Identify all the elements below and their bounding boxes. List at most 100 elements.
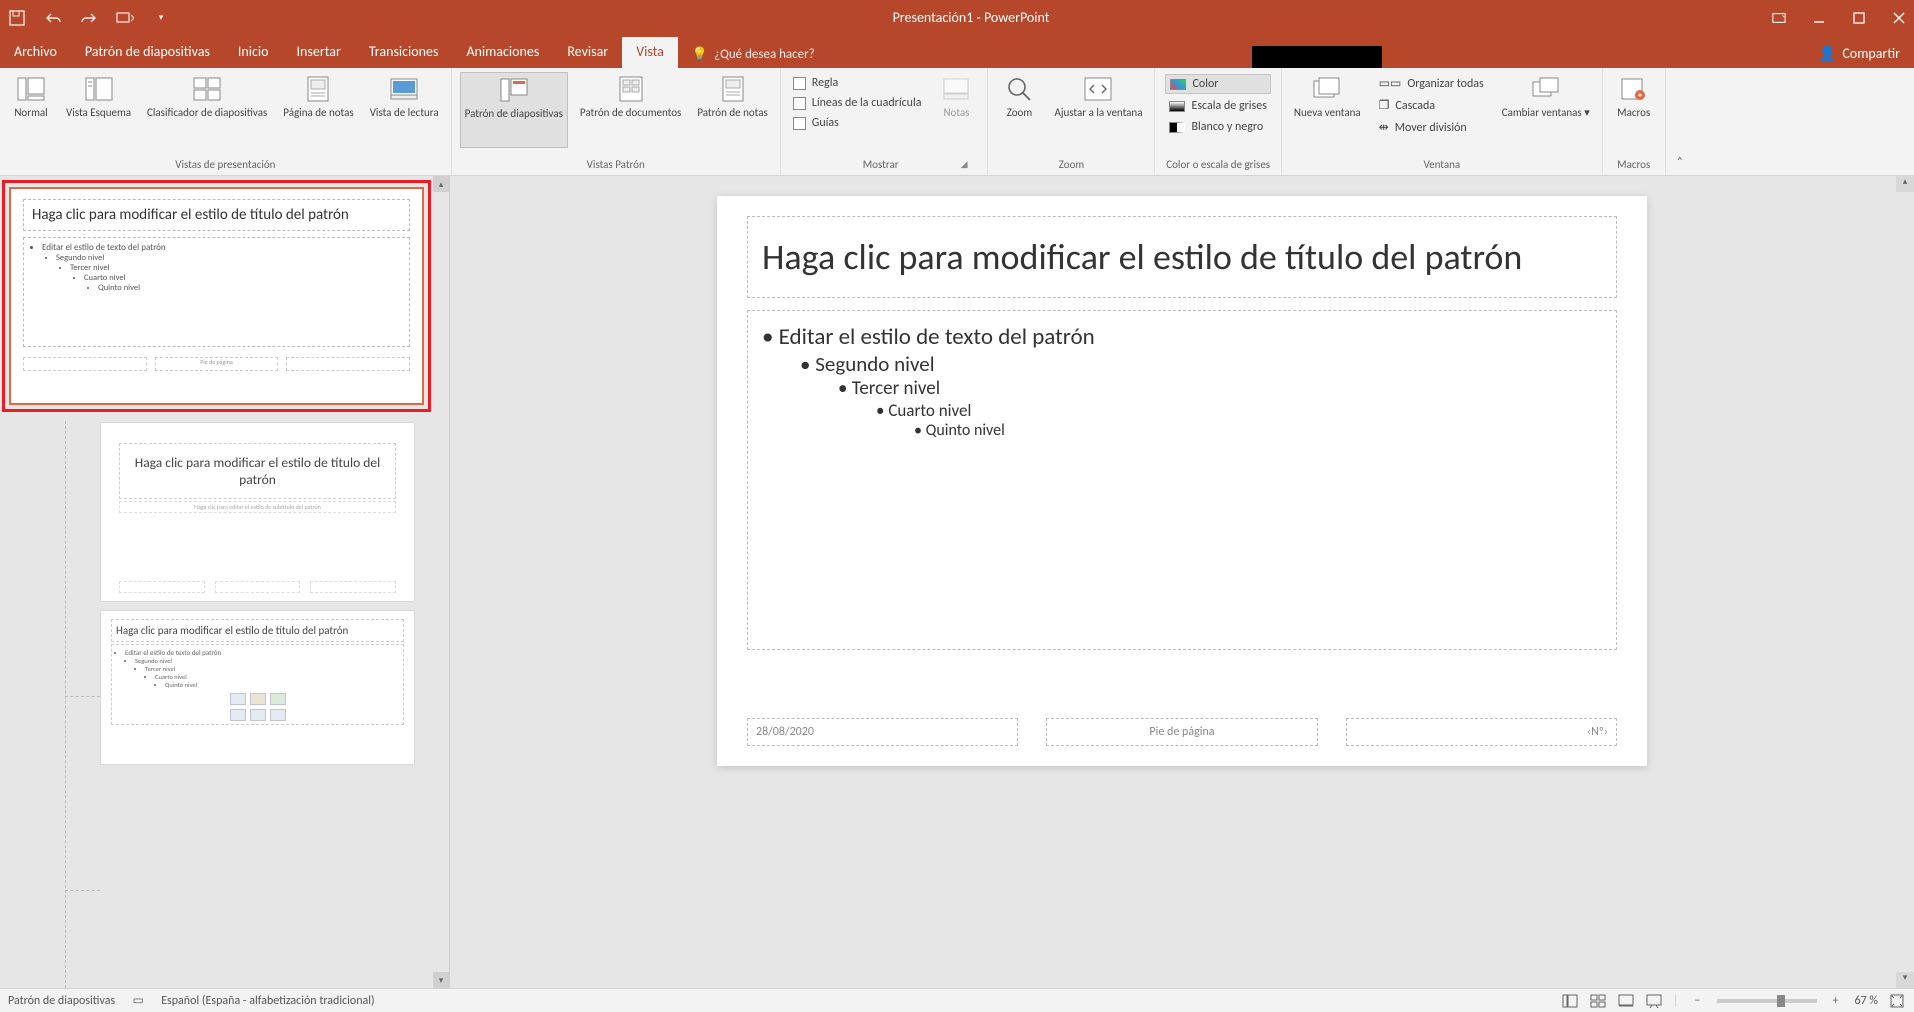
footer-placeholder[interactable]: Pie de página — [1046, 718, 1317, 746]
grayscale-button[interactable]: Escala de grises — [1165, 97, 1270, 115]
statusbar: Patrón de diapositivas ▭ Español (España… — [0, 988, 1914, 1012]
ruler-label: Regla — [812, 76, 838, 90]
arrange-all-button[interactable]: ▭▭Organizar todas — [1375, 74, 1488, 93]
fit-to-window-icon[interactable] — [1888, 993, 1906, 1009]
thumb-layout1-subtitle: Haga clic para editar el estilo de subtí… — [119, 501, 396, 513]
notes-master-button[interactable]: Patrón de notas — [693, 72, 771, 148]
zoom-label: Zoom — [1007, 106, 1032, 119]
ribbon-display-options-icon[interactable] — [1772, 11, 1786, 25]
zoom-slider[interactable] — [1717, 999, 1817, 1003]
reading-view-button[interactable]: Vista de lectura — [366, 72, 443, 148]
slide-sorter-view-icon[interactable] — [1589, 993, 1607, 1009]
zoom-in-button[interactable]: + — [1827, 993, 1845, 1009]
share-icon: 👤 — [1819, 45, 1836, 62]
new-window-button[interactable]: Nueva ventana — [1290, 72, 1365, 148]
slideshow-view-icon[interactable] — [1645, 993, 1663, 1009]
scroll-up-icon[interactable]: ▴ — [1896, 176, 1914, 192]
group-label-mostrar: Mostrar — [863, 158, 899, 171]
thumb-master-body: Editar el estilo de texto del patrón Seg… — [23, 237, 410, 347]
window-title: Presentación1 - PowerPoint — [170, 9, 1772, 26]
tab-transiciones[interactable]: Transiciones — [355, 37, 453, 68]
redo-icon[interactable] — [80, 9, 98, 27]
body-level-2: Segundo nivel — [800, 351, 1602, 377]
thumb-layout2-title: Haga clic para modificar el estilo de tí… — [111, 619, 404, 642]
slide-canvas[interactable]: Haga clic para modificar el estilo de tí… — [717, 196, 1647, 766]
tab-animaciones[interactable]: Animaciones — [452, 37, 553, 68]
placeholder-content-icons — [115, 709, 400, 721]
layout-thumbnail-2[interactable]: Haga clic para modificar el estilo de tí… — [100, 610, 415, 765]
ribbon: Normal Vista Esquema Clasificador de dia… — [0, 68, 1914, 176]
minimize-icon[interactable] — [1812, 11, 1826, 25]
normal-view-button[interactable]: Normal — [8, 72, 54, 148]
group-ventana: Nueva ventana ▭▭Organizar todas ❐Cascada… — [1282, 68, 1603, 175]
close-icon[interactable] — [1892, 11, 1906, 25]
tree-connector — [65, 890, 100, 891]
move-split-button[interactable]: ⇹Mover división — [1375, 118, 1488, 137]
group-label-macros: Macros — [1617, 156, 1650, 173]
outline-view-button[interactable]: Vista Esquema — [62, 72, 135, 148]
slide-number-placeholder[interactable]: ‹Nº› — [1346, 718, 1617, 746]
color-button[interactable]: Color — [1165, 74, 1270, 94]
tab-inicio[interactable]: Inicio — [224, 37, 283, 68]
share-button[interactable]: 👤Compartir — [1805, 39, 1914, 68]
zoom-out-button[interactable]: − — [1689, 993, 1707, 1009]
slide-sorter-button[interactable]: Clasificador de diapositivas — [143, 72, 271, 148]
tell-me-search[interactable]: 💡¿Qué desea hacer? — [678, 41, 829, 68]
reading-view-icon[interactable] — [1617, 993, 1635, 1009]
status-language[interactable]: Español (España - alfabetización tradici… — [161, 994, 375, 1008]
gridlines-checkbox[interactable]: Líneas de la cuadrícula — [793, 96, 922, 110]
fit-to-window-button[interactable]: Ajustar a la ventana — [1050, 72, 1146, 148]
group-label-color: Color o escala de grises — [1166, 156, 1270, 173]
thumbnail-panel: 1 Haga clic para modificar el estilo de … — [0, 176, 450, 988]
switch-windows-button[interactable]: Cambiar ventanas ▾ — [1498, 72, 1594, 148]
collapse-ribbon-icon[interactable]: ˄ — [1666, 68, 1694, 175]
zoom-button[interactable]: Zoom — [996, 72, 1042, 148]
tab-revisar[interactable]: Revisar — [553, 37, 622, 68]
handout-master-button[interactable]: Patrón de documentos — [576, 72, 685, 148]
save-icon[interactable] — [8, 9, 26, 27]
slide-master-label: Patrón de diapositivas — [465, 107, 563, 120]
group-zoom: Zoom Ajustar a la ventana Zoom — [988, 68, 1155, 175]
cascade-button[interactable]: ❐Cascada — [1375, 96, 1488, 115]
guides-checkbox[interactable]: Guías — [793, 116, 922, 130]
tell-me-label: ¿Qué desea hacer? — [714, 47, 815, 62]
normal-view-icon[interactable] — [1561, 993, 1579, 1009]
qat-dropdown-icon[interactable]: ▾ — [152, 9, 170, 27]
master-slide-thumbnail[interactable]: 1 Haga clic para modificar el estilo de … — [2, 180, 431, 412]
guides-label: Guías — [812, 116, 839, 130]
tree-connector — [65, 696, 100, 697]
slide-editor: Haga clic para modificar el estilo de tí… — [450, 176, 1914, 988]
black-white-button[interactable]: Blanco y negro — [1165, 118, 1270, 136]
scroll-up-icon[interactable]: ▴ — [433, 176, 449, 192]
slide-sorter-label: Clasificador de diapositivas — [147, 106, 267, 119]
notes-button[interactable]: Notas — [933, 72, 979, 148]
macros-button[interactable]: Macros — [1611, 72, 1657, 148]
date-placeholder[interactable]: 28/08/2020 — [747, 718, 1018, 746]
ruler-checkbox[interactable]: Regla — [793, 76, 922, 90]
tab-archivo[interactable]: Archivo — [0, 37, 71, 68]
group-label-vistas-patron: Vistas Patrón — [587, 156, 645, 173]
tab-vista[interactable]: Vista — [622, 37, 678, 68]
content-placeholder[interactable]: Editar el estilo de texto del patrón Seg… — [747, 310, 1617, 650]
maximize-icon[interactable] — [1852, 11, 1866, 25]
group-label-zoom: Zoom — [1059, 156, 1084, 173]
layout-thumbnail-1[interactable]: Haga clic para modificar el estilo de tí… — [100, 422, 415, 602]
spell-check-icon[interactable]: ▭ — [129, 993, 147, 1009]
thumbnail-scrollbar[interactable]: ▴ ▾ — [433, 176, 449, 988]
tab-patron-diapositivas[interactable]: Patrón de diapositivas — [71, 37, 224, 68]
zoom-level[interactable]: 67 % — [1855, 994, 1878, 1008]
slide-master-button[interactable]: Patrón de diapositivas — [460, 72, 568, 148]
notes-page-button[interactable]: Página de notas — [279, 72, 357, 148]
scroll-down-icon[interactable]: ▾ — [1896, 972, 1914, 988]
scroll-down-icon[interactable]: ▾ — [433, 972, 449, 988]
normal-view-label: Normal — [14, 106, 47, 119]
mostrar-launcher-icon[interactable]: ◢ — [961, 159, 968, 170]
thumb-layout1-title: Haga clic para modificar el estilo de tí… — [119, 443, 396, 499]
title-placeholder[interactable]: Haga clic para modificar el estilo de tí… — [747, 216, 1617, 298]
workspace: 1 Haga clic para modificar el estilo de … — [0, 176, 1914, 988]
group-color: Color Escala de grises Blanco y negro Co… — [1155, 68, 1281, 175]
tab-insertar[interactable]: Insertar — [283, 37, 355, 68]
undo-icon[interactable] — [44, 9, 62, 27]
editor-scrollbar[interactable]: ▴ ▾ — [1896, 176, 1914, 988]
start-from-beginning-icon[interactable] — [116, 9, 134, 27]
